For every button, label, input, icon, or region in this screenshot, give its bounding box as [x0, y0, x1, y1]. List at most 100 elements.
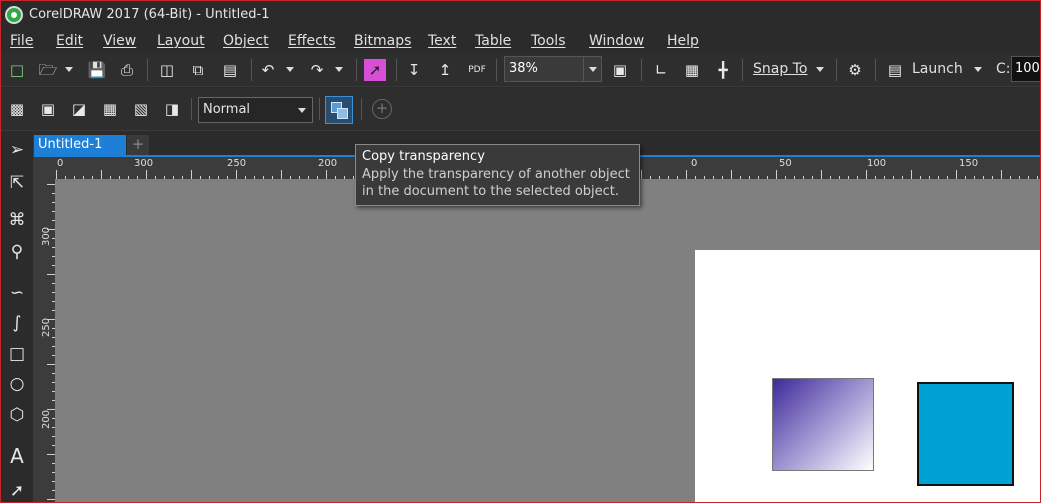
launch-dropdown-icon[interactable]: [974, 67, 982, 72]
menu-object[interactable]: Object: [223, 33, 269, 49]
fountain-transparency-icon[interactable]: ◪: [68, 98, 90, 120]
ellipse-tool-icon[interactable]: ○: [5, 372, 29, 396]
search-content-icon[interactable]: ➚: [364, 59, 386, 81]
ruler-tick: [281, 170, 282, 179]
menu-view[interactable]: View: [103, 33, 136, 49]
ruler-tick: [47, 454, 55, 455]
ruler-tick: [236, 170, 237, 179]
ruler-label: 50: [779, 158, 792, 169]
vertical-ruler[interactable]: 300 250 200: [34, 179, 55, 502]
menu-table[interactable]: Table: [475, 33, 511, 49]
c-value-input[interactable]: 100: [1011, 56, 1040, 82]
ruler-label: 0: [691, 158, 698, 169]
ruler-label: 0: [57, 158, 64, 169]
launch-button[interactable]: Launch: [912, 61, 963, 77]
ruler-tick: [326, 170, 327, 179]
zoom-dropdown-icon[interactable]: [584, 56, 602, 82]
c-label: C:: [996, 61, 1011, 77]
show-guidelines-icon[interactable]: ╋: [712, 59, 734, 81]
toolbar-separator: [836, 59, 837, 81]
open-folder-icon[interactable]: 🗁: [37, 59, 59, 81]
import-icon[interactable]: ↧: [403, 59, 425, 81]
title-bar: CorelDRAW 2017 (64-Bit) - Untitled-1: [1, 1, 1040, 31]
paste-icon[interactable]: ▤: [219, 59, 241, 81]
snap-to-button[interactable]: Snap To: [753, 61, 807, 77]
menu-text[interactable]: Text: [428, 33, 456, 49]
redo-dropdown-icon[interactable]: [335, 67, 343, 72]
copy-transparency-icon-front: [337, 108, 348, 119]
toolbar-separator: [361, 98, 362, 120]
two-color-pattern-transparency-icon[interactable]: ◨: [161, 98, 183, 120]
export-icon[interactable]: ↥: [434, 59, 456, 81]
ruler-tick: [146, 170, 147, 179]
ruler-tick: [56, 170, 57, 179]
copy-icon[interactable]: ⧉: [187, 59, 209, 81]
artistic-media-tool-icon[interactable]: ∫: [5, 311, 29, 335]
shape-tool-icon[interactable]: ⇱: [5, 171, 29, 195]
options-gear-icon[interactable]: ⚙: [844, 59, 866, 81]
blue-rectangle[interactable]: [917, 382, 1014, 486]
full-screen-icon[interactable]: ▣: [609, 59, 631, 81]
uniform-transparency-icon[interactable]: ▣: [37, 98, 59, 120]
cut-icon[interactable]: ◫: [156, 59, 178, 81]
text-tool-icon[interactable]: A: [5, 444, 29, 468]
toolbar-separator: [496, 59, 497, 81]
toolbar-separator: [319, 98, 320, 120]
launch-icon[interactable]: ▤: [884, 59, 906, 81]
ruler-tick: [731, 170, 732, 179]
new-tab-button[interactable]: +: [127, 135, 149, 155]
publish-pdf-icon[interactable]: PDF: [466, 59, 488, 81]
gradient-rectangle[interactable]: [772, 378, 874, 471]
ruler-tick: [101, 170, 102, 179]
property-bar: [1, 88, 1040, 131]
transparency-none-icon[interactable]: ▩: [6, 98, 28, 120]
rectangle-tool-icon[interactable]: □: [5, 342, 29, 366]
undo-dropdown-icon[interactable]: [286, 67, 294, 72]
parallel-dimension-tool-icon[interactable]: ➚: [5, 479, 29, 502]
crop-tool-icon[interactable]: ⌘: [5, 208, 29, 232]
toolbar-separator: [742, 59, 743, 81]
tab-untitled-1[interactable]: Untitled-1: [34, 135, 126, 155]
menu-effects[interactable]: Effects: [288, 33, 336, 49]
menu-layout[interactable]: Layout: [157, 33, 205, 49]
zoom-tool-icon[interactable]: ⚲: [5, 240, 29, 264]
menu-bitmaps[interactable]: Bitmaps: [354, 33, 411, 49]
snap-to-dropdown-icon[interactable]: [816, 67, 824, 72]
show-grid-icon[interactable]: ▦: [681, 59, 703, 81]
ruler-tick: [866, 170, 867, 179]
ruler-tick: [47, 319, 55, 320]
menu-window[interactable]: Window: [589, 33, 644, 49]
print-icon[interactable]: ⎙: [116, 59, 138, 81]
ruler-tick: [821, 170, 822, 179]
ruler-label: 250: [227, 158, 247, 169]
ruler-label: 250: [41, 317, 53, 338]
save-icon[interactable]: 💾: [86, 59, 108, 81]
menu-file[interactable]: File: [10, 33, 33, 49]
merge-mode-select[interactable]: Normal: [198, 97, 313, 123]
ruler-label: 150: [959, 158, 979, 169]
show-rulers-icon[interactable]: ∟: [650, 59, 672, 81]
redo-icon[interactable]: ↷: [306, 59, 328, 81]
polygon-tool-icon[interactable]: ⬡: [5, 403, 29, 427]
zoom-level-input[interactable]: 38%: [504, 56, 584, 82]
undo-icon[interactable]: ↶: [257, 59, 279, 81]
open-dropdown-icon[interactable]: [65, 67, 73, 72]
ruler-tick: [47, 499, 55, 500]
pick-tool-icon[interactable]: ➢: [5, 138, 29, 162]
menu-tools[interactable]: Tools: [531, 33, 566, 49]
ruler-label: 200: [318, 158, 338, 169]
bitmap-pattern-transparency-icon[interactable]: ▧: [130, 98, 152, 120]
copy-transparency-button[interactable]: [325, 96, 353, 124]
toolbar-separator: [356, 59, 357, 81]
new-document-icon[interactable]: □: [6, 59, 28, 81]
add-icon[interactable]: +: [372, 99, 392, 119]
menu-edit[interactable]: Edit: [56, 33, 83, 49]
tooltip-title: Copy transparency: [362, 149, 485, 164]
vector-pattern-transparency-icon[interactable]: ▦: [99, 98, 121, 120]
ruler-tick: [47, 364, 55, 365]
ruler-tick: [956, 170, 957, 179]
coreldraw-logo-icon: [5, 6, 23, 24]
freehand-tool-icon[interactable]: ∽: [5, 281, 29, 305]
tooltip-description-line-2: in the document to the selected object.: [362, 184, 620, 199]
menu-help[interactable]: Help: [667, 33, 699, 49]
